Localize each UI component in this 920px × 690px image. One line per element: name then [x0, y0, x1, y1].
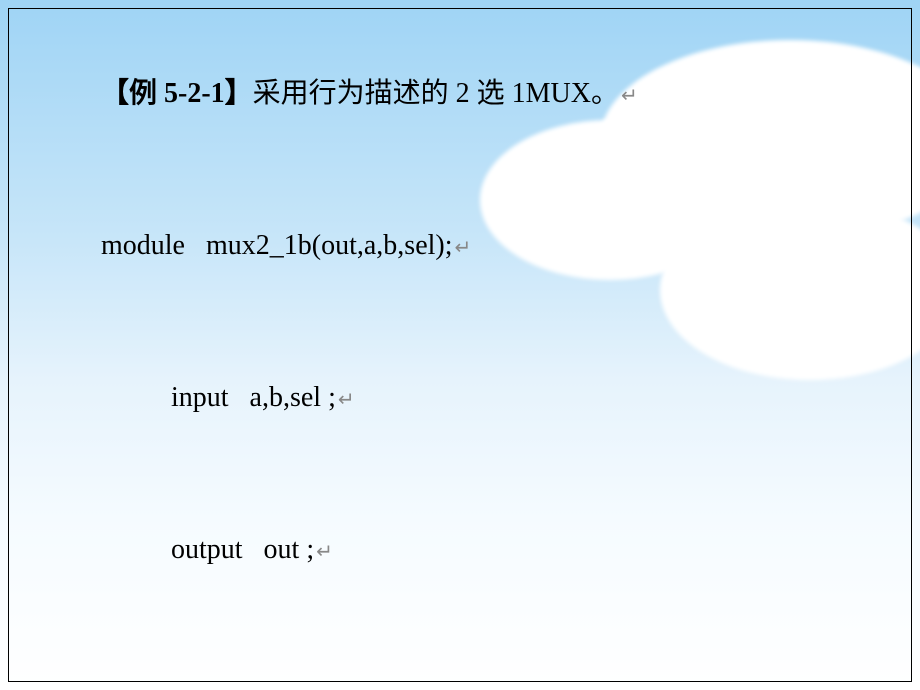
return-mark-icon: ↵	[338, 375, 355, 425]
code-text: reg out ;	[171, 686, 278, 690]
example-description: 采用行为描述的 2 选 1MUX。	[253, 78, 619, 109]
return-mark-icon: ↵	[455, 223, 472, 273]
code-text: input a,b,sel ;	[171, 382, 336, 413]
slide-frame: 【例 5-2-1】采用行为描述的 2 选 1MUX。↵ module mux2_…	[8, 8, 912, 682]
return-mark-icon: ↵	[316, 527, 333, 577]
code-line-input: input a,b,sel ;↵	[59, 323, 911, 475]
slide-content: 【例 5-2-1】采用行为描述的 2 选 1MUX。↵ module mux2_…	[9, 19, 911, 690]
code-line-output: output out ;↵	[59, 475, 911, 627]
return-mark-icon: ↵	[280, 679, 297, 690]
code-line-module: module mux2_1b(out,a,b,sel);↵	[59, 171, 911, 323]
example-title: 【例 5-2-1】采用行为描述的 2 选 1MUX。↵	[59, 19, 911, 171]
code-line-reg: reg out ;↵	[59, 627, 911, 690]
return-mark-icon: ↵	[621, 71, 638, 121]
code-text: output out ;	[171, 534, 314, 565]
example-number: 【例 5-2-1】	[101, 78, 253, 109]
code-text: module mux2_1b(out,a,b,sel);	[101, 230, 453, 261]
